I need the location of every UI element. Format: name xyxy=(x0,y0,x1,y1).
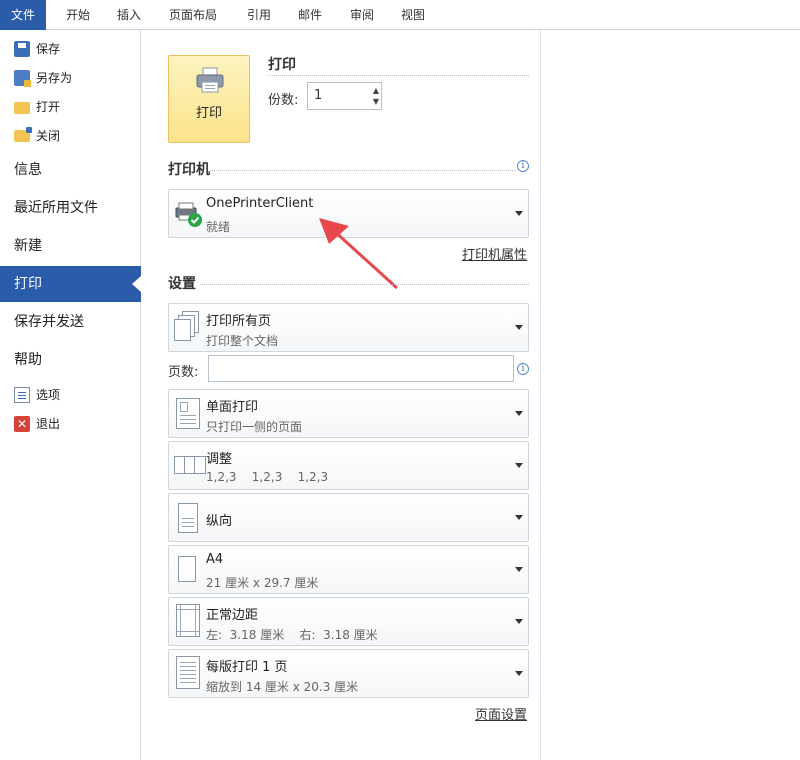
copies-stepper[interactable]: 1 ▲ ▼ xyxy=(307,82,382,110)
pages-stack-icon xyxy=(174,311,202,345)
chevron-down-icon xyxy=(515,211,523,216)
pages-label: 页数: xyxy=(168,365,199,380)
chevron-down-icon xyxy=(515,671,523,676)
printer-icon xyxy=(196,67,224,93)
annotation-arrow-icon xyxy=(319,218,399,290)
info-icon[interactable]: i xyxy=(517,363,529,375)
chevron-down-icon xyxy=(515,567,523,572)
save-as-icon xyxy=(14,70,31,87)
tab-references[interactable]: 引用 xyxy=(236,0,282,30)
divider xyxy=(268,75,529,76)
pages-per-sheet-title: 每版打印 1 页 xyxy=(206,660,288,675)
nav-help[interactable]: 帮助 xyxy=(0,342,141,378)
nav-print[interactable]: 打印 xyxy=(0,266,141,302)
printer-properties-link[interactable]: 打印机属性 xyxy=(462,244,527,263)
pages-per-sheet-dropdown[interactable]: 每版打印 1 页 缩放到 14 厘米 x 20.3 厘米 xyxy=(168,649,529,698)
nav-options-label: 选项 xyxy=(36,388,61,402)
pages-input[interactable] xyxy=(208,355,514,382)
ribbon-tab-bar: 文件 开始 插入 页面布局 引用 邮件 审阅 视图 xyxy=(0,0,800,30)
nav-exit-label: 退出 xyxy=(36,417,61,431)
pages-per-sheet-icon xyxy=(174,656,202,692)
copies-label: 份数: xyxy=(268,93,299,108)
tab-page-layout[interactable]: 页面布局 xyxy=(160,0,226,30)
print-range-dropdown[interactable]: 打印所有页 打印整个文档 xyxy=(168,303,529,352)
folder-close-icon xyxy=(14,127,32,142)
printer-name: OnePrinterClient xyxy=(206,196,314,211)
printer-status: 就绪 xyxy=(206,220,231,234)
stepper-up-icon[interactable]: ▲ xyxy=(373,87,379,95)
chevron-down-icon xyxy=(515,411,523,416)
chevron-down-icon xyxy=(515,515,523,520)
margins-icon xyxy=(174,604,202,640)
nav-info[interactable]: 信息 xyxy=(0,152,141,188)
chevron-down-icon xyxy=(515,619,523,624)
sides-subtitle: 只打印一侧的页面 xyxy=(206,420,303,434)
collate-icon xyxy=(174,454,208,478)
sides-dropdown[interactable]: 单面打印 只打印一侧的页面 xyxy=(168,389,529,438)
paper-size-dropdown[interactable]: A4 21 厘米 x 29.7 厘米 xyxy=(168,545,529,594)
nav-options[interactable]: 选项 xyxy=(14,385,60,405)
nav-open-label: 打开 xyxy=(36,100,61,114)
chevron-down-icon xyxy=(515,325,523,330)
nav-save[interactable]: 保存 xyxy=(14,39,60,59)
print-preview-pane xyxy=(542,30,800,760)
margins-subtitle: 左: 3.18 厘米 右: 3.18 厘米 xyxy=(206,628,378,642)
portrait-page-icon xyxy=(174,502,202,536)
info-icon[interactable]: i xyxy=(517,160,529,172)
nav-save-as-label: 另存为 xyxy=(36,71,73,85)
nav-save-send[interactable]: 保存并发送 xyxy=(0,304,141,340)
tab-file[interactable]: 文件 xyxy=(0,0,46,30)
chevron-down-icon xyxy=(515,463,523,468)
tab-insert[interactable]: 插入 xyxy=(106,0,152,30)
pages-per-sheet-subtitle: 缩放到 14 厘米 x 20.3 厘米 xyxy=(206,680,359,694)
page-setup-link[interactable]: 页面设置 xyxy=(475,704,527,723)
divider xyxy=(200,284,529,285)
paper-size-icon xyxy=(174,554,202,588)
orientation-title: 纵向 xyxy=(206,514,233,529)
print-button-label: 打印 xyxy=(195,106,222,121)
nav-exit[interactable]: ✕ 退出 xyxy=(14,414,60,434)
nav-open[interactable]: 打开 xyxy=(14,97,60,117)
nav-close[interactable]: 关闭 xyxy=(14,126,60,146)
orientation-dropdown[interactable]: 纵向 xyxy=(168,493,529,542)
nav-new[interactable]: 新建 xyxy=(0,228,141,264)
copies-value: 1 xyxy=(314,88,323,103)
backstage-nav: 保存 另存为 打开 关闭 信息 最近所用文件 新建 打印 保存并发送 帮助 选项… xyxy=(0,30,141,760)
printer-section-title: 打印机 xyxy=(168,162,210,178)
nav-save-label: 保存 xyxy=(36,42,61,56)
paper-size-title: A4 xyxy=(206,552,224,567)
collate-dropdown[interactable]: 调整 1,2,3 1,2,3 1,2,3 xyxy=(168,441,529,490)
stepper-down-icon[interactable]: ▼ xyxy=(373,98,379,106)
divider xyxy=(210,170,515,171)
paper-size-subtitle: 21 厘米 x 29.7 厘米 xyxy=(206,576,319,590)
tab-mailings[interactable]: 邮件 xyxy=(287,0,333,30)
print-button[interactable]: 打印 xyxy=(168,55,250,143)
nav-close-label: 关闭 xyxy=(36,129,61,143)
tab-review[interactable]: 审阅 xyxy=(339,0,385,30)
print-section-title: 打印 xyxy=(268,57,296,73)
nav-save-as[interactable]: 另存为 xyxy=(14,68,72,88)
one-sided-page-icon xyxy=(174,397,202,431)
tab-view[interactable]: 视图 xyxy=(390,0,436,30)
settings-section-title: 设置 xyxy=(168,276,196,292)
options-icon xyxy=(14,387,30,403)
collate-subtitle: 1,2,3 1,2,3 1,2,3 xyxy=(206,470,329,484)
margins-dropdown[interactable]: 正常边距 左: 3.18 厘米 右: 3.18 厘米 xyxy=(168,597,529,646)
nav-recent[interactable]: 最近所用文件 xyxy=(0,190,141,226)
print-range-title: 打印所有页 xyxy=(206,314,272,329)
collate-title: 调整 xyxy=(206,452,233,467)
margins-title: 正常边距 xyxy=(206,608,259,623)
print-range-subtitle: 打印整个文档 xyxy=(206,334,279,348)
sides-title: 单面打印 xyxy=(206,400,259,415)
exit-icon: ✕ xyxy=(14,416,30,432)
folder-open-icon xyxy=(14,102,30,114)
tab-home[interactable]: 开始 xyxy=(55,0,101,30)
save-icon xyxy=(14,41,30,57)
printer-ready-icon xyxy=(175,202,202,227)
